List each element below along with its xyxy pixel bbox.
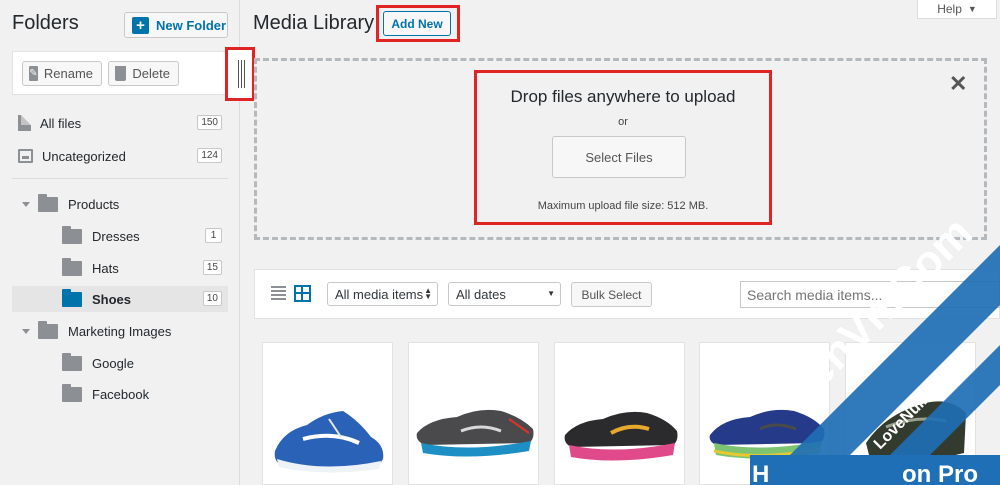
uncategorized-label: Uncategorized bbox=[42, 148, 126, 164]
folder-item-products[interactable]: Products bbox=[12, 191, 228, 217]
folder-item-hats[interactable]: Hats 15 bbox=[12, 255, 228, 281]
folder-label: Hats bbox=[92, 260, 119, 276]
folder-icon bbox=[62, 352, 82, 371]
sidebar-resize-handle[interactable] bbox=[225, 47, 255, 101]
folder-item-shoes[interactable]: Shoes 10 bbox=[12, 286, 228, 312]
all-files-label: All files bbox=[40, 115, 82, 131]
media-item-shoe-pink[interactable] bbox=[554, 342, 685, 485]
folder-icon bbox=[62, 288, 82, 307]
folder-icon bbox=[38, 193, 58, 212]
folder-item-dresses[interactable]: Dresses 1 bbox=[12, 223, 228, 249]
folder-count: 15 bbox=[202, 260, 222, 275]
shoe-image bbox=[274, 411, 384, 473]
folder-label: Marketing Images bbox=[68, 323, 172, 339]
date-value: All dates bbox=[456, 286, 506, 302]
media-type-value: All media items bbox=[335, 286, 424, 302]
media-item-shoe-dark[interactable] bbox=[845, 342, 976, 485]
media-type-filter[interactable]: All media items ▲ ▼ bbox=[327, 282, 438, 306]
edit-icon: ✎ bbox=[29, 66, 38, 81]
folder-icon bbox=[62, 257, 82, 276]
updown-arrows-icon: ▲ ▼ bbox=[424, 286, 432, 301]
folders-title: Folders bbox=[12, 12, 79, 34]
caret-down-icon[interactable] bbox=[22, 201, 30, 207]
date-filter[interactable]: All dates ▼ bbox=[448, 282, 561, 306]
select-files-button[interactable]: Select Files bbox=[552, 136, 686, 178]
media-item-shoe-navy[interactable] bbox=[699, 342, 830, 485]
grid-view-icon[interactable] bbox=[294, 285, 311, 302]
help-tab[interactable]: Help ▼ bbox=[917, 0, 997, 19]
shoe-image bbox=[709, 409, 825, 459]
folder-label: Dresses bbox=[92, 228, 140, 244]
new-folder-button[interactable]: + New Folder bbox=[124, 12, 228, 38]
folder-label: Shoes bbox=[92, 291, 132, 307]
delete-label: Delete bbox=[132, 66, 170, 81]
divider bbox=[12, 178, 228, 179]
caret-down-icon[interactable] bbox=[22, 328, 30, 334]
folder-count: 1 bbox=[205, 228, 222, 243]
rename-button[interactable]: ✎ Rename bbox=[22, 61, 102, 86]
sidebar-item-uncategorized[interactable]: Uncategorized 124 bbox=[12, 143, 228, 169]
file-icon bbox=[18, 115, 31, 131]
folder-label: Google bbox=[92, 355, 134, 371]
folder-item-google[interactable]: Google bbox=[12, 350, 228, 376]
folder-count: 10 bbox=[202, 291, 222, 306]
triangle-down-icon: ▼ bbox=[967, 4, 977, 14]
page-title: Media Library bbox=[253, 12, 375, 34]
folders-sidebar: Folders + New Folder ✎ Rename Delete All… bbox=[0, 0, 240, 485]
rename-label: Rename bbox=[43, 66, 93, 81]
folder-icon bbox=[62, 225, 82, 244]
new-folder-label: New Folder bbox=[156, 17, 227, 33]
inbox-icon bbox=[18, 149, 33, 163]
bulk-select-button[interactable]: Bulk Select bbox=[571, 282, 652, 307]
delete-button[interactable]: Delete bbox=[108, 61, 179, 86]
folder-label: Products bbox=[68, 196, 120, 212]
add-new-button[interactable]: Add New bbox=[383, 11, 451, 36]
trash-icon bbox=[115, 66, 127, 81]
shoe-image bbox=[866, 401, 966, 461]
shoe-image bbox=[564, 411, 678, 461]
folder-icon bbox=[38, 320, 58, 339]
sidebar-item-all-files[interactable]: All files 150 bbox=[12, 110, 228, 136]
chevron-down-icon: ▼ bbox=[547, 289, 555, 298]
folder-label: Facebook bbox=[92, 386, 150, 402]
shoe-image bbox=[416, 409, 534, 457]
folder-item-facebook[interactable]: Facebook bbox=[12, 381, 228, 407]
max-upload-size-text: Maximum upload file size: 512 MB. bbox=[537, 200, 709, 212]
or-text: or bbox=[618, 116, 628, 128]
close-icon[interactable]: ✕ bbox=[949, 73, 967, 95]
help-label: Help bbox=[937, 2, 962, 16]
folder-icon bbox=[62, 383, 82, 402]
media-item-shoe-grey[interactable] bbox=[408, 342, 539, 485]
folder-item-marketing-images[interactable]: Marketing Images bbox=[12, 318, 228, 344]
media-item-shoe-blue[interactable] bbox=[262, 342, 393, 485]
all-files-count: 150 bbox=[197, 115, 222, 130]
drop-files-text: Drop files anywhere to upload bbox=[510, 87, 736, 106]
plus-icon: + bbox=[132, 16, 149, 34]
uncategorized-count: 124 bbox=[197, 148, 222, 163]
search-input[interactable] bbox=[740, 281, 1000, 308]
folder-actions-toolbar: ✎ Rename Delete bbox=[12, 51, 227, 95]
list-view-icon[interactable] bbox=[271, 286, 286, 301]
